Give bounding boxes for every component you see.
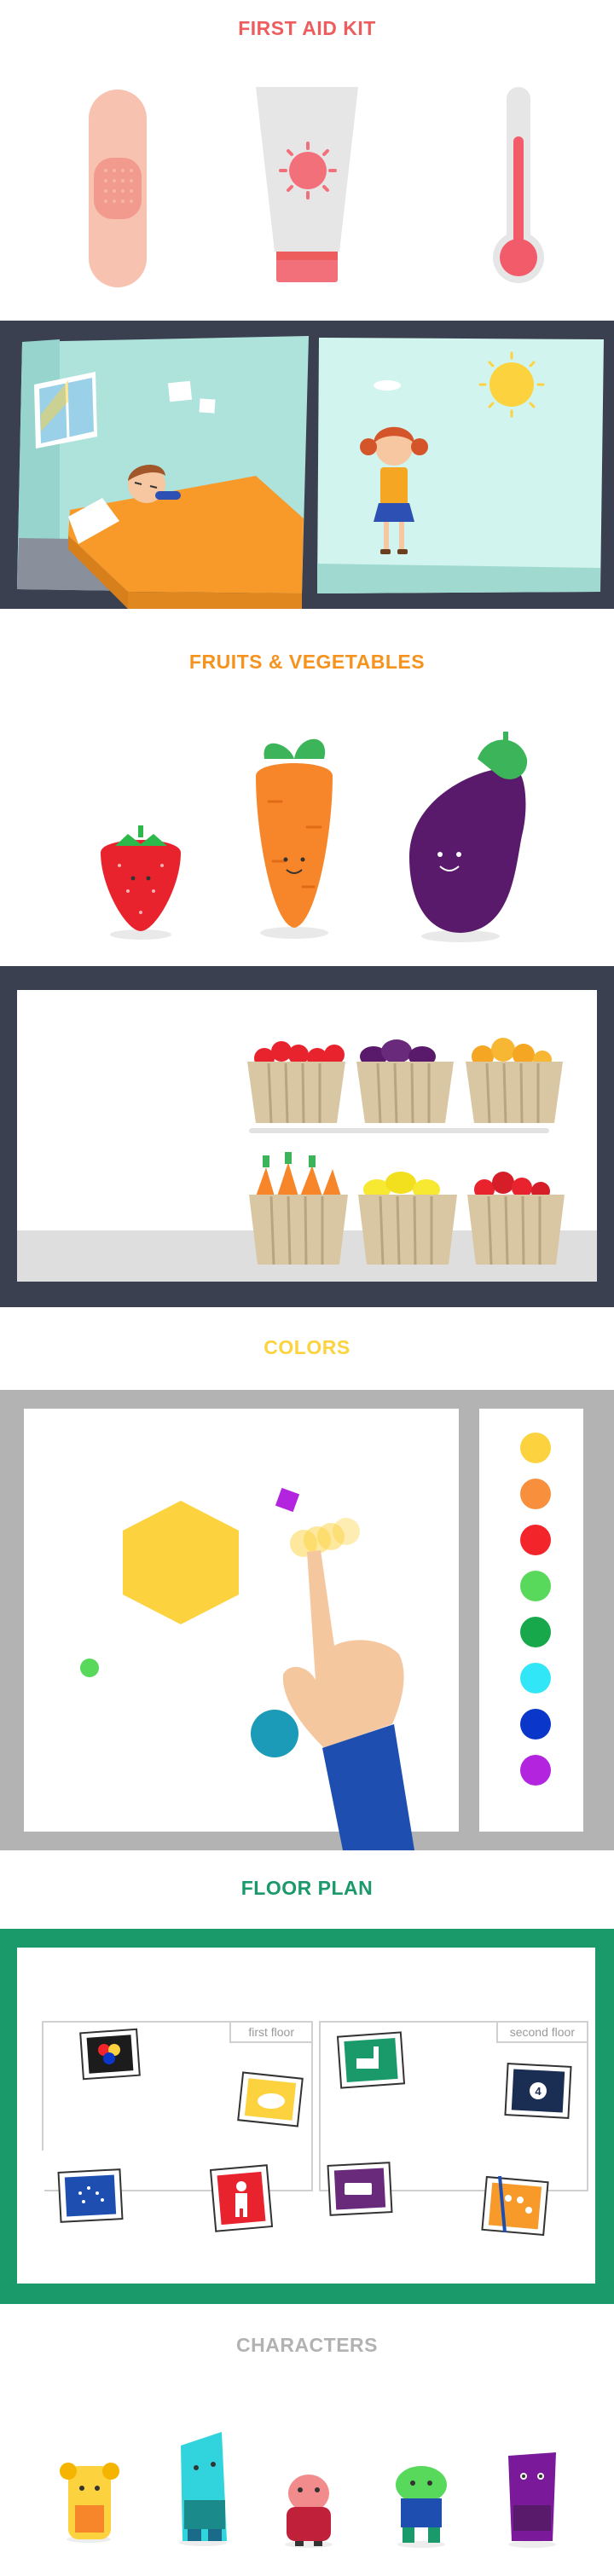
- yellow-character-icon: [60, 2463, 119, 2543]
- cloud-icon: [374, 380, 401, 391]
- color-swatch[interactable]: [520, 1571, 551, 1601]
- color-swatch[interactable]: [520, 1433, 551, 1463]
- bandage-icon: [89, 90, 147, 287]
- window-icon: [34, 372, 97, 449]
- floor-plan-title: FLOOR PLAN: [240, 1877, 374, 1899]
- numbers-picture-icon[interactable]: 4: [504, 2063, 572, 2119]
- sun-icon: [489, 362, 534, 407]
- characters-title: CHARACTERS: [236, 2334, 378, 2356]
- purple-character-icon: [508, 2452, 556, 2548]
- svg-text:4: 4: [535, 2085, 542, 2098]
- strawberry-icon: [101, 825, 181, 940]
- color-swatch[interactable]: [520, 1755, 551, 1786]
- cream-tube-icon: [256, 87, 358, 282]
- character-lineup: [60, 2432, 556, 2548]
- fruit-characters: [101, 732, 528, 942]
- paint-picture-icon[interactable]: [481, 2175, 549, 2237]
- wall-note-icon: [167, 380, 193, 402]
- color-swatch[interactable]: [520, 1479, 551, 1509]
- cyan-character-icon: [179, 2432, 227, 2546]
- sick-child-scene: [0, 321, 614, 609]
- color-swatch[interactable]: [520, 1617, 551, 1647]
- color-swatch[interactable]: [520, 1663, 551, 1693]
- bath-picture-icon[interactable]: [237, 2071, 304, 2127]
- first-aid-kit-items: [89, 87, 544, 287]
- bedroom-panel: [17, 336, 309, 609]
- room-pictures: 4: [57, 2028, 572, 2237]
- strawberry-basket-icon: [247, 1041, 345, 1124]
- basket-row-top: [247, 1038, 563, 1124]
- person-picture-icon[interactable]: [209, 2164, 274, 2232]
- green-character-icon: [396, 2466, 447, 2548]
- dots-picture-icon[interactable]: [57, 2168, 124, 2223]
- small-circle-shape[interactable]: [80, 1658, 99, 1677]
- colors-title: COLORS: [264, 1336, 350, 1358]
- animal-picture-icon[interactable]: [336, 2031, 406, 2089]
- color-swatch[interactable]: [520, 1709, 551, 1740]
- first-aid-kit-title: FIRST AID KIT: [238, 17, 376, 39]
- pink-character-icon: [285, 2475, 333, 2548]
- large-circle-shape[interactable]: [251, 1710, 298, 1757]
- color-swatch[interactable]: [520, 1525, 551, 1555]
- market-stall-scene: [0, 966, 614, 1307]
- color-picture-icon[interactable]: [79, 2028, 141, 2081]
- wall-note-icon: [199, 398, 216, 414]
- carrot-icon: [256, 738, 333, 939]
- colors-game-scene: [0, 1390, 614, 1850]
- thermometer-icon: [493, 87, 544, 283]
- eggplant-icon: [409, 732, 528, 942]
- outdoor-panel: [317, 338, 604, 593]
- vehicle-picture-icon[interactable]: [327, 2162, 393, 2216]
- fruits-vegetables-title: FRUITS & VEGETABLES: [188, 651, 426, 673]
